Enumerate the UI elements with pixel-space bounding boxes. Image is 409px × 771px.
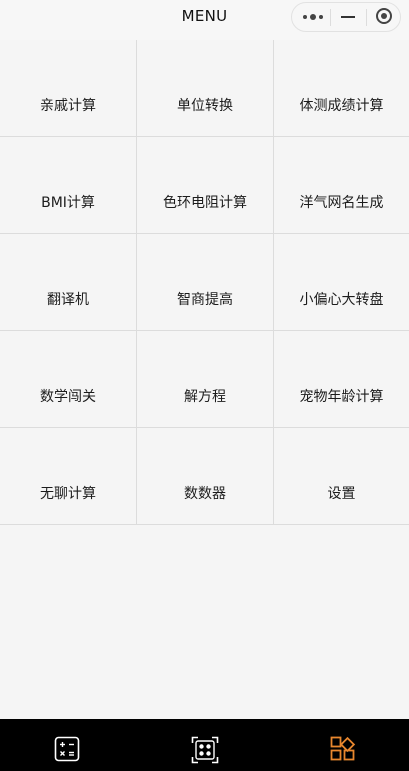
menu-item-unit-convert[interactable]: 单位转换 (137, 40, 274, 137)
tab-apps[interactable] (330, 736, 358, 764)
menu-item-relative-calc[interactable]: 亲戚计算 (0, 40, 137, 137)
menu-item-label: 宠物年龄计算 (299, 389, 384, 405)
apps-grid-icon (330, 736, 356, 761)
menu-item-label: 无聊计算 (40, 486, 96, 502)
menu-item-translator[interactable]: 翻译机 (0, 234, 137, 331)
calculator-icon (54, 736, 80, 762)
menu-item-resistor-color[interactable]: 色环电阻计算 (137, 137, 274, 234)
menu-item-math-challenge[interactable]: 数学闯关 (0, 331, 137, 428)
nav-bar: MENU (0, 0, 409, 41)
minimize-button[interactable] (332, 3, 364, 31)
menu-item-label: 体测成绩计算 (299, 98, 384, 114)
menu-item-equation-solver[interactable]: 解方程 (137, 331, 274, 428)
menu-item-nickname-gen[interactable]: 洋气网名生成 (274, 137, 409, 234)
capsule-divider (366, 9, 367, 26)
menu-item-label: 色环电阻计算 (163, 195, 247, 211)
menu-item-label: 小偏心大转盘 (299, 292, 384, 308)
menu-item-label: 解方程 (184, 389, 226, 405)
close-button[interactable] (368, 3, 400, 31)
menu-item-wheel[interactable]: 小偏心大转盘 (274, 234, 409, 331)
menu-grid: 亲戚计算 单位转换 体测成绩计算 BMI计算 色环电阻计算 洋气网名生成 翻译机… (0, 40, 409, 525)
menu-item-iq-boost[interactable]: 智商提高 (137, 234, 274, 331)
menu-item-label: 亲戚计算 (40, 98, 96, 114)
menu-item-boring-calc[interactable]: 无聊计算 (0, 428, 137, 525)
tab-scan[interactable] (191, 736, 219, 764)
tab-bar (0, 719, 409, 771)
menu-item-label: 翻译机 (47, 292, 89, 308)
menu-item-pet-age[interactable]: 宠物年龄计算 (274, 331, 409, 428)
menu-item-bmi[interactable]: BMI计算 (0, 137, 137, 234)
capsule-divider (330, 9, 331, 26)
menu-item-settings[interactable]: 设置 (274, 428, 409, 525)
menu-item-fitness-score[interactable]: 体测成绩计算 (274, 40, 409, 137)
menu-item-counter[interactable]: 数数器 (137, 428, 274, 525)
menu-item-label: BMI计算 (41, 195, 95, 211)
menu-item-label: 智商提高 (177, 292, 233, 308)
more-button[interactable] (296, 3, 330, 31)
tab-calculator[interactable] (54, 736, 82, 764)
menu-item-label: 单位转换 (177, 98, 233, 114)
minimize-icon (341, 16, 355, 18)
menu-item-label: 设置 (327, 486, 356, 502)
menu-item-label: 数数器 (184, 486, 226, 502)
menu-item-label: 洋气网名生成 (299, 195, 384, 211)
menu-item-label: 数学闯关 (40, 389, 96, 405)
menu-capsule (291, 2, 401, 32)
scan-dots-icon (191, 736, 219, 764)
